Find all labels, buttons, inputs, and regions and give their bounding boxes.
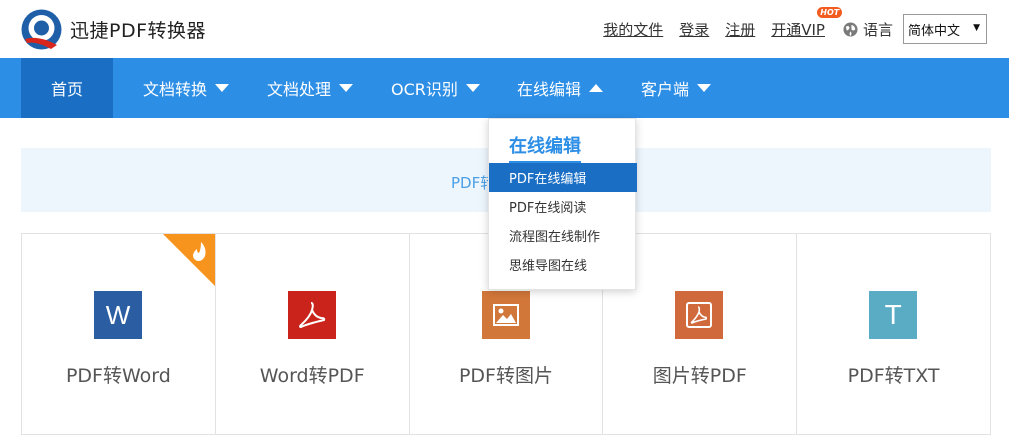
app-title: 迅捷PDF转换器 [70,20,207,42]
card-pdf-to-word[interactable]: W PDF转Word [22,234,216,434]
language-label: 语言 [862,20,893,39]
nav-item-client[interactable]: 客户端 [641,58,712,118]
word-icon: W [94,291,142,339]
top-links: 我的文件 登录 注册 开通VIP HOT 语言 简体中文 ▼ [587,6,987,45]
hot-corner-flame-icon [162,234,215,286]
triangle-down-icon [339,84,354,92]
card-label: PDF转图片 [458,365,553,387]
nav-item-label: 文档转换 [143,80,208,99]
triangle-down-icon [215,84,230,92]
word-icon-letter: W [105,299,131,330]
nav-item-online-edit[interactable]: 在线编辑 [517,58,604,118]
triangle-up-icon [589,84,604,92]
hot-badge: HOT [817,6,843,18]
nav-item-ocr[interactable]: OCR识别 [391,58,480,118]
nav-item-doc-process[interactable]: 文档处理 [267,58,354,118]
card-pdf-to-txt[interactable]: T PDF转TXT [797,234,990,434]
online-edit-dropdown: 在线编辑 PDF在线编辑 PDF在线阅读 流程图在线制作 思维导图在线 [488,118,637,290]
dropdown-item-flowchart[interactable]: 流程图在线制作 [489,221,637,250]
dropdown-item-mindmap[interactable]: 思维导图在线 [489,250,637,279]
picture-icon [492,304,519,326]
card-label: PDF转Word [65,365,171,387]
triangle-down-icon [697,84,712,92]
nav-item-home[interactable]: 首页 [21,58,113,118]
register-link[interactable]: 注册 [725,19,755,40]
nav-item-doc-convert[interactable]: 文档转换 [143,58,230,118]
app-logo[interactable] [21,9,62,50]
card-label: PDF转TXT [847,365,940,387]
dropdown-item-pdf-read[interactable]: PDF在线阅读 [489,192,637,221]
nav-item-label: 在线编辑 [517,80,582,99]
language-select[interactable]: 简体中文 ▼ [903,14,987,44]
pdf-icon [287,291,336,339]
pdf-icon [675,291,724,339]
nav-item-label: OCR识别 [391,80,458,99]
card-label: Word转PDF [259,365,365,387]
header: 迅捷PDF转换器 我的文件 登录 注册 开通VIP HOT 语言 简体中文 ▼ [0,0,1009,58]
card-label: 图片转PDF [652,365,747,387]
txt-icon: T [869,291,918,339]
vip-link[interactable]: 开通VIP HOT [771,6,843,40]
image-icon [481,291,530,339]
language-select-value: 简体中文 [908,23,961,39]
globe-icon [843,21,858,37]
dropdown-title: 在线编辑 [509,132,581,163]
txt-icon-letter: T [884,299,902,330]
caret-down-icon: ▼ [973,23,980,33]
nav-item-label: 客户端 [641,80,690,99]
acrobat-icon [298,302,325,329]
my-files-link[interactable]: 我的文件 [603,19,663,40]
pdf-doc-icon [686,302,713,328]
nav-item-label: 文档处理 [267,80,332,99]
language-button[interactable]: 语言 [843,19,893,40]
main-nav: 首页 文档转换 文档处理 OCR识别 在线编辑 客户端 [0,58,1009,118]
nav-item-label: 首页 [50,80,83,99]
vip-link-label[interactable]: 开通VIP [771,21,825,39]
card-word-to-pdf[interactable]: Word转PDF [216,234,410,434]
login-link[interactable]: 登录 [679,19,709,40]
triangle-down-icon [465,84,480,92]
dropdown-item-pdf-edit[interactable]: PDF在线编辑 [489,163,637,192]
